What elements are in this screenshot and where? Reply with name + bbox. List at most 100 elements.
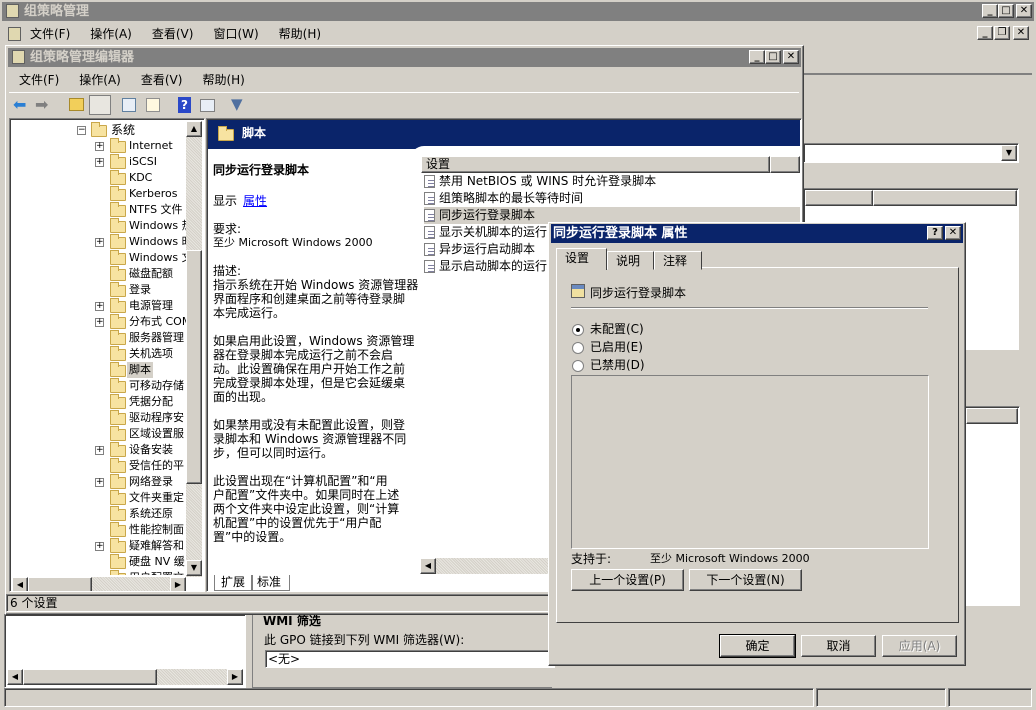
tab-extended[interactable]: 扩展 <box>214 575 252 591</box>
next-setting-button[interactable]: 下一个设置(N) <box>689 569 802 591</box>
radio-disabled[interactable]: 已禁用(D) <box>572 356 645 373</box>
minimize-button[interactable]: _ <box>982 4 998 18</box>
filter-icon[interactable]: ▼ <box>231 96 243 112</box>
dropdown-arrow-icon[interactable]: ▼ <box>1001 145 1017 161</box>
tree-item[interactable]: 受信任的平 <box>129 458 184 474</box>
close-button[interactable]: ✕ <box>1016 4 1032 18</box>
previous-setting-button[interactable]: 上一个设置(P) <box>571 569 684 591</box>
setting-row[interactable]: 组策略脚本的最长等待时间 <box>424 190 583 207</box>
expand-icon[interactable]: + <box>95 542 104 551</box>
tree-item[interactable]: 硬盘 NV 缓 <box>129 554 185 570</box>
tree-item[interactable]: 用户配置文 <box>129 570 184 575</box>
editor-menu-help[interactable]: 帮助(H) <box>202 71 244 89</box>
properties-link[interactable]: 属性 <box>243 192 267 209</box>
menu-window[interactable]: 窗口(W) <box>213 25 258 43</box>
scroll-right-button[interactable]: ▶ <box>227 669 243 685</box>
tab-explain[interactable]: 说明 <box>607 251 654 270</box>
tab-settings[interactable]: 设置 <box>556 248 607 270</box>
tree-item[interactable]: 脚本 <box>127 362 153 378</box>
tree-item[interactable]: 登录 <box>129 282 151 298</box>
scroll-thumb[interactable] <box>23 669 157 685</box>
radio-not-configured[interactable]: 未配置(C) <box>572 320 644 337</box>
scroll-left-button[interactable]: ◀ <box>420 558 436 574</box>
tree-item[interactable]: 服务器管理 <box>129 330 184 346</box>
show-action-pane-icon[interactable] <box>200 99 215 112</box>
editor-minimize-button[interactable]: _ <box>749 50 765 64</box>
tree-scroll-thumb[interactable] <box>186 250 202 484</box>
editor-menu-file[interactable]: 文件(F) <box>19 71 59 89</box>
menu-file[interactable]: 文件(F) <box>30 25 70 43</box>
tree-item[interactable]: 可移动存储 <box>129 378 184 394</box>
menu-help[interactable]: 帮助(H) <box>279 25 321 43</box>
mdi-minimize-button[interactable]: _ <box>977 26 993 40</box>
setting-row[interactable]: 显示关机脚本的运行 <box>424 224 547 241</box>
column-header-setting[interactable]: 设置 <box>421 156 770 173</box>
tree-item[interactable]: 凭据分配 <box>129 394 173 410</box>
ok-button[interactable]: 确定 <box>719 634 796 658</box>
forward-icon[interactable]: ➡ <box>35 97 48 113</box>
expand-icon[interactable]: + <box>95 238 104 247</box>
column-header-state[interactable] <box>770 156 800 173</box>
expand-icon[interactable]: + <box>95 318 104 327</box>
background-list-column[interactable] <box>873 190 1017 206</box>
tree-item[interactable]: NTFS 文件 <box>129 202 183 218</box>
tree-item[interactable]: 网络登录 <box>129 474 173 490</box>
tree-item[interactable]: 疑难解答和 <box>129 538 184 554</box>
tree-item[interactable]: iSCSI <box>129 154 157 170</box>
background-dropdown[interactable]: ▼ <box>803 143 1019 163</box>
cancel-button[interactable]: 取消 <box>801 635 876 657</box>
mdi-close-button[interactable]: ✕ <box>1013 26 1029 40</box>
editor-close-button[interactable]: ✕ <box>783 50 799 64</box>
tree-item[interactable]: Windows 热 <box>129 218 186 234</box>
background-list-column[interactable] <box>966 408 1018 424</box>
tree-item[interactable]: 电源管理 <box>129 298 173 314</box>
tree-item[interactable]: 关机选项 <box>129 346 173 362</box>
collapse-system-icon[interactable]: − <box>77 126 86 135</box>
scroll-left-button[interactable]: ◀ <box>7 669 23 685</box>
editor-menu-action[interactable]: 操作(A) <box>79 71 121 89</box>
help-icon[interactable]: ? <box>178 97 191 113</box>
expand-icon[interactable]: + <box>95 446 104 455</box>
expand-icon[interactable]: + <box>95 142 104 151</box>
menu-view[interactable]: 查看(V) <box>152 25 194 43</box>
scroll-up-button[interactable]: ▲ <box>186 121 202 137</box>
mdi-restore-button[interactable]: ❐ <box>994 26 1010 40</box>
radio-icon[interactable] <box>572 341 584 354</box>
setting-row[interactable]: 禁用 NetBIOS 或 WINS 时允许登录脚本 <box>424 173 656 190</box>
tree-item[interactable]: 驱动程序安 <box>129 410 184 426</box>
expand-icon[interactable]: + <box>95 478 104 487</box>
tree-item[interactable]: 分布式 COM <box>129 314 186 330</box>
tree-item[interactable]: Windows 时 <box>129 234 186 250</box>
tree-item[interactable]: 性能控制面 <box>129 522 184 538</box>
background-list-column[interactable] <box>805 190 873 206</box>
dialog-close-button[interactable]: ✕ <box>945 226 961 240</box>
setting-row[interactable]: 显示启动脚本的运行 <box>424 258 547 275</box>
menu-action[interactable]: 操作(A) <box>90 25 132 43</box>
wmi-filter-select[interactable]: <无> <box>265 650 555 668</box>
expand-icon[interactable]: + <box>95 158 104 167</box>
apply-button[interactable]: 应用(A) <box>882 635 957 657</box>
tree-item[interactable]: 系统还原 <box>129 506 173 522</box>
export-list-icon[interactable] <box>146 98 160 112</box>
up-folder-icon[interactable] <box>69 98 84 111</box>
editor-menu-view[interactable]: 查看(V) <box>141 71 183 89</box>
setting-row[interactable]: 异步运行启动脚本 <box>424 241 535 258</box>
tab-standard[interactable]: 标准 <box>252 575 290 591</box>
radio-icon[interactable] <box>572 323 584 336</box>
tree-item[interactable]: Internet <box>129 138 173 154</box>
maximize-button[interactable]: □ <box>998 4 1014 18</box>
scroll-down-button[interactable]: ▼ <box>186 560 202 576</box>
tree-item-system[interactable]: 系统 <box>111 122 135 138</box>
radio-enabled[interactable]: 已启用(E) <box>572 338 643 355</box>
tree-item[interactable]: Kerberos <box>129 186 177 202</box>
properties-icon[interactable] <box>122 98 136 112</box>
scroll-left-button[interactable]: ◀ <box>12 577 28 591</box>
expand-icon[interactable]: + <box>95 302 104 311</box>
tree-item[interactable]: KDC <box>129 170 152 186</box>
tree-hscroll-thumb[interactable] <box>28 577 92 591</box>
tree-item[interactable]: 设备安装 <box>129 442 173 458</box>
show-hide-tree-icon[interactable] <box>89 95 111 115</box>
tree-item[interactable]: Windows 文 <box>129 250 186 266</box>
editor-maximize-button[interactable]: □ <box>765 50 781 64</box>
dialog-help-button[interactable]: ? <box>927 226 943 240</box>
